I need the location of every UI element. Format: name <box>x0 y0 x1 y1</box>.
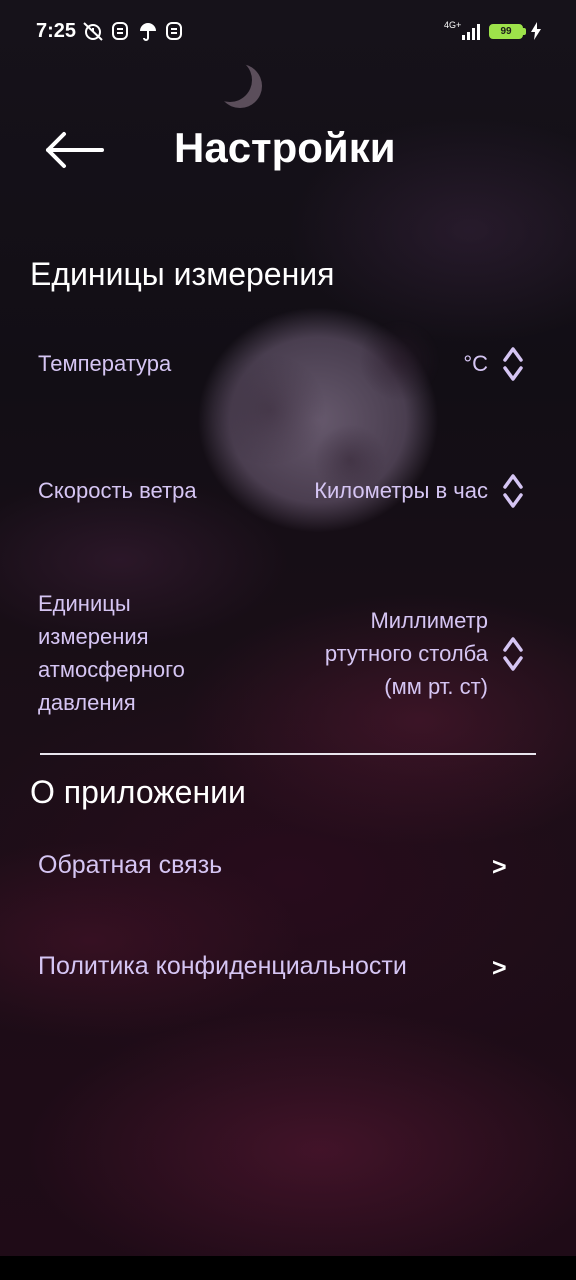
network-type: 4G+ <box>444 20 462 30</box>
battery-icon: 99 <box>489 24 523 39</box>
moon-image <box>150 290 480 570</box>
section-title-units: Единицы измерения <box>30 256 335 292</box>
signal-icon <box>462 24 480 40</box>
back-button[interactable] <box>44 128 108 172</box>
setting-value-temperature[interactable]: °C <box>248 347 488 380</box>
s-logo-icon <box>112 21 128 41</box>
muted-alarm-icon <box>82 21 104 41</box>
setting-value-pressure[interactable]: Миллиметр ртутного столба (мм рт. ст) <box>288 604 488 703</box>
chevron-right-icon[interactable]: > <box>492 853 516 881</box>
battery-tip <box>523 28 526 35</box>
navigation-bar <box>0 1256 576 1280</box>
setting-value-wind-speed[interactable]: Километры в час <box>248 474 488 507</box>
s-logo-icon <box>166 21 182 41</box>
status-bar: 7:25 4G+ 99 <box>0 0 576 64</box>
arrow-left-icon <box>46 132 104 168</box>
page-title: Настройки <box>174 124 396 171</box>
link-label-feedback[interactable]: Обратная связь <box>38 851 222 880</box>
crescent-moon-image <box>208 58 252 102</box>
up-down-chevron-icon[interactable] <box>500 471 526 511</box>
umbrella-icon <box>139 21 157 41</box>
status-time: 7:25 <box>36 20 77 42</box>
up-down-chevron-icon[interactable] <box>500 634 526 674</box>
chevron-right-icon[interactable]: > <box>492 954 516 982</box>
link-label-privacy-policy[interactable]: Политика конфиденциальности <box>38 952 407 981</box>
setting-label-wind-speed: Скорость ветра <box>38 478 197 503</box>
section-title-about: О приложении <box>30 774 246 810</box>
setting-label-pressure: Единицы измерения атмосферного давления <box>38 591 185 715</box>
setting-label-temperature: Температура <box>38 351 172 376</box>
battery-level: 99 <box>500 26 512 37</box>
charging-icon <box>531 22 541 40</box>
section-divider <box>40 753 536 755</box>
up-down-chevron-icon[interactable] <box>500 344 526 384</box>
